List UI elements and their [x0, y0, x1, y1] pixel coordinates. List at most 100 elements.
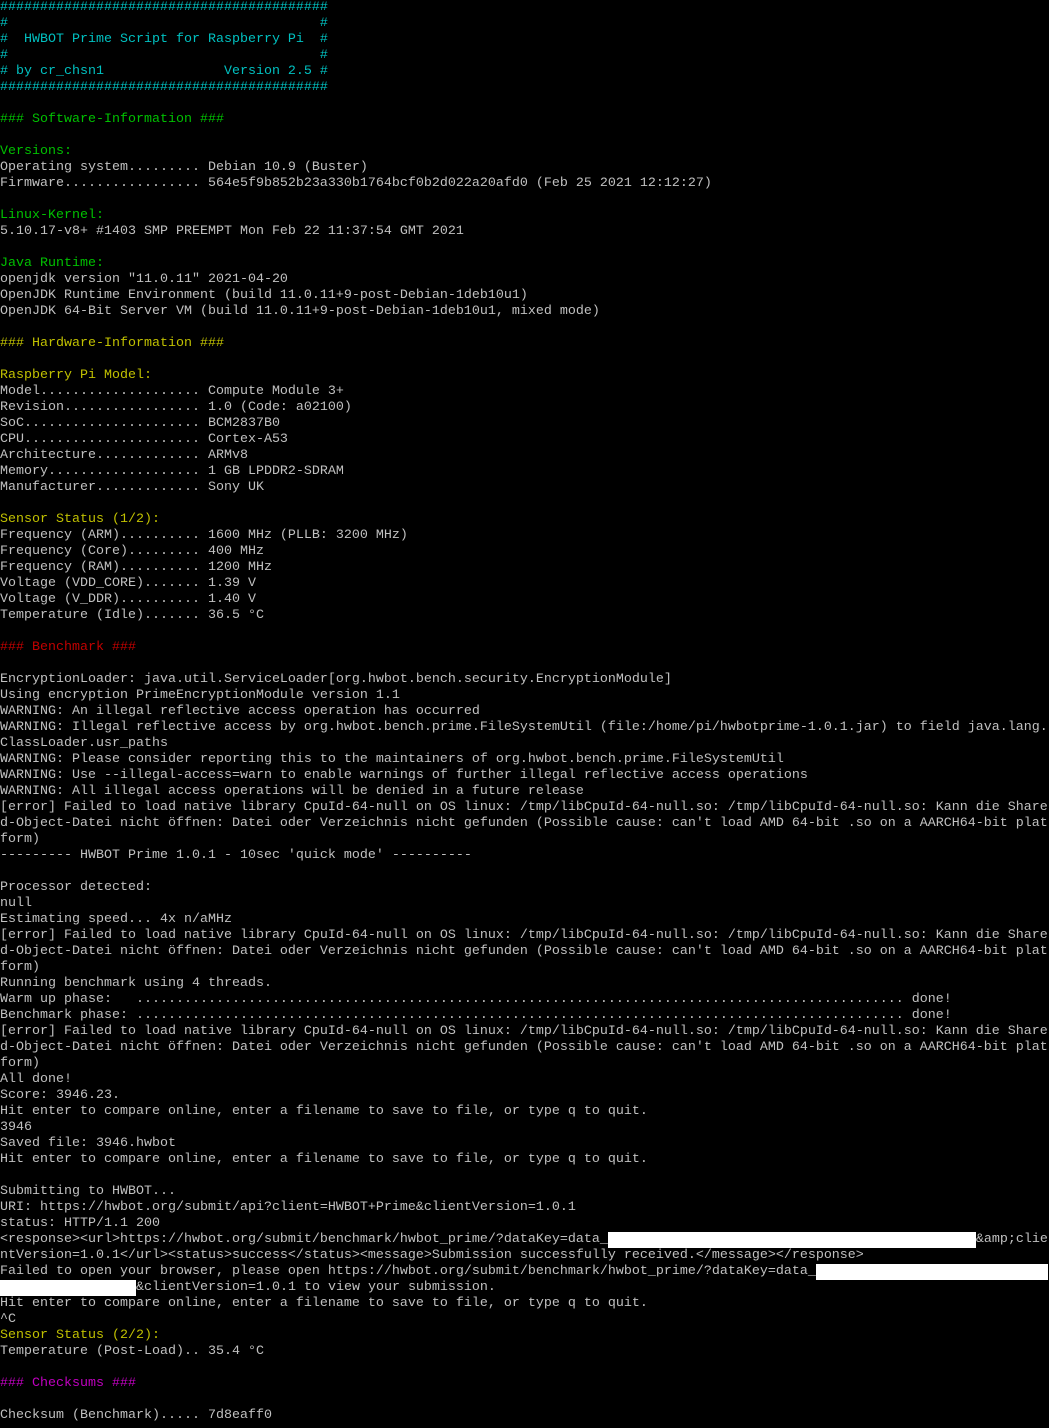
redacted-block	[815, 1264, 1048, 1280]
terminal-line: EncryptionLoader: java.util.ServiceLoade…	[0, 672, 1049, 688]
terminal-line: Running benchmark using 4 threads.	[0, 976, 1049, 992]
terminal-line-text: Using encryption PrimeEncryptionModule v…	[0, 688, 400, 703]
terminal-line: Benchmark phase: .......................…	[0, 1008, 1049, 1024]
terminal-line: # #	[0, 48, 1049, 64]
terminal-line: ### Benchmark ###	[0, 640, 1049, 656]
terminal-line-text: ### Software-Information ###	[0, 112, 224, 127]
terminal-line: 5.10.17-v8+ #1403 SMP PREEMPT Mon Feb 22…	[0, 224, 1049, 240]
terminal-line-text: [error] Failed to load native library Cp…	[0, 928, 1048, 943]
terminal-line-text: WARNING: Illegal reflective access by or…	[0, 720, 1048, 735]
terminal-line-text: [error] Failed to load native library Cp…	[0, 800, 1048, 815]
terminal-line-text: WARNING: Please consider reporting this …	[0, 752, 784, 767]
terminal-line: ### Software-Information ###	[0, 112, 1049, 128]
terminal-line-text: [error] Failed to load native library Cp…	[0, 1024, 1048, 1039]
terminal-line-text: Voltage (VDD_CORE)....... 1.39 V	[0, 576, 256, 591]
terminal-line-text: OpenJDK 64-Bit Server VM (build 11.0.11+…	[0, 304, 600, 319]
terminal-line-text: d-Object-Datei nicht öffnen: Datei oder …	[0, 816, 1048, 831]
terminal-line: Operating system......... Debian 10.9 (B…	[0, 160, 1049, 176]
terminal-line-text: ### Hardware-Information ###	[0, 336, 224, 351]
terminal-line-text: Checksum (Benchmark)..... 7d8eaff0	[0, 1408, 272, 1423]
terminal-line-text: ### Benchmark ###	[0, 640, 136, 655]
terminal-line: WARNING: Use --illegal-access=warn to en…	[0, 768, 1049, 784]
terminal-line: ### Checksums ###	[0, 1376, 1049, 1392]
terminal-line: CPU...................... Cortex-A53	[0, 432, 1049, 448]
terminal-line: ntVersion=1.0.1</url><status>success</st…	[0, 1248, 1049, 1264]
terminal-line-text: Memory................... 1 GB LPDDR2-SD…	[0, 464, 344, 479]
terminal-line-text: Operating system......... Debian 10.9 (B…	[0, 160, 368, 175]
terminal-line-text: d-Object-Datei nicht öffnen: Datei oder …	[0, 944, 1048, 959]
terminal-line: Frequency (Core)......... 400 MHz	[0, 544, 1049, 560]
terminal-line-text: # by cr_chsn1 Version 2.5 #	[0, 64, 328, 79]
terminal-line-text: Temperature (Idle)....... 36.5 °C	[0, 608, 264, 623]
terminal-line: Frequency (ARM).......... 1600 MHz (PLLB…	[0, 528, 1049, 544]
terminal-line-text: ########################################…	[0, 80, 328, 95]
terminal-line: Model.................... Compute Module…	[0, 384, 1049, 400]
terminal-line: SoC...................... BCM2837B0	[0, 416, 1049, 432]
terminal-line: d-Object-Datei nicht öffnen: Datei oder …	[0, 816, 1049, 832]
terminal-line: Versions:	[0, 144, 1049, 160]
terminal-line: Checksum (Benchmark)..... 7d8eaff0	[0, 1408, 1049, 1424]
terminal-line-text: Sensor Status (1/2):	[0, 512, 160, 527]
terminal-line: [error] Failed to load native library Cp…	[0, 1024, 1049, 1040]
terminal-line-text: URI: https://hwbot.org/submit/api?client…	[0, 1200, 576, 1215]
terminal-line-text: # HWBOT Prime Script for Raspberry Pi #	[0, 32, 328, 47]
terminal-line: ### Hardware-Information ###	[0, 336, 1049, 352]
terminal-line: WARNING: All illegal access operations w…	[0, 784, 1049, 800]
terminal-line: WARNING: Illegal reflective access by or…	[0, 720, 1049, 736]
terminal-line-text: ### Checksums ###	[0, 1376, 136, 1391]
terminal-line: Architecture............. ARMv8	[0, 448, 1049, 464]
terminal-line-text: Voltage (V_DDR).......... 1.40 V	[0, 592, 256, 607]
terminal-line: form)	[0, 832, 1049, 848]
terminal-line-text: WARNING: Use --illegal-access=warn to en…	[0, 768, 808, 783]
terminal-line: ClassLoader.usr_paths	[0, 736, 1049, 752]
terminal-line-text: Benchmark phase: .......................…	[0, 1008, 952, 1023]
terminal-line: openjdk version "11.0.11" 2021-04-20	[0, 272, 1049, 288]
terminal-line-text: 3946	[0, 1120, 32, 1135]
terminal-line: OpenJDK Runtime Environment (build 11.0.…	[0, 288, 1049, 304]
terminal-line-text: Hit enter to compare online, enter a fil…	[0, 1104, 648, 1119]
terminal-line-text: Sensor Status (2/2):	[0, 1328, 160, 1343]
terminal-line-text: Frequency (ARM).......... 1600 MHz (PLLB…	[0, 528, 408, 543]
terminal-line: Revision................. 1.0 (Code: a02…	[0, 400, 1049, 416]
terminal-line: Memory................... 1 GB LPDDR2-SD…	[0, 464, 1049, 480]
terminal-line: # by cr_chsn1 Version 2.5 #	[0, 64, 1049, 80]
terminal-line-text: EncryptionLoader: java.util.ServiceLoade…	[0, 672, 672, 687]
terminal-line: 3946	[0, 1120, 1049, 1136]
terminal-line: &clientVersion=1.0.1 to view your submis…	[0, 1280, 1049, 1296]
terminal-line-text: &amp;clie	[975, 1232, 1048, 1247]
terminal-line: Voltage (V_DDR).......... 1.40 V	[0, 592, 1049, 608]
terminal-line-text: SoC...................... BCM2837B0	[0, 416, 280, 431]
terminal-line: Manufacturer............. Sony UK	[0, 480, 1049, 496]
redacted-block	[0, 1280, 136, 1296]
terminal-line: Firmware................. 564e5f9b852b23…	[0, 176, 1049, 192]
terminal-line-text: openjdk version "11.0.11" 2021-04-20	[0, 272, 288, 287]
terminal-line: Processor detected:	[0, 880, 1049, 896]
terminal-line: OpenJDK 64-Bit Server VM (build 11.0.11+…	[0, 304, 1049, 320]
terminal-line: Temperature (Post-Load).. 35.4 °C	[0, 1344, 1049, 1360]
terminal-line-text: Manufacturer............. Sony UK	[0, 480, 264, 495]
terminal-line-text: ntVersion=1.0.1</url><status>success</st…	[0, 1248, 864, 1263]
terminal-line-text: form)	[0, 960, 40, 975]
terminal-line: # #	[0, 16, 1049, 32]
terminal-line-text: Raspberry Pi Model:	[0, 368, 152, 383]
terminal-line: d-Object-Datei nicht öffnen: Datei oder …	[0, 944, 1049, 960]
terminal-line-text: WARNING: All illegal access operations w…	[0, 784, 584, 799]
terminal-line-text: null	[0, 896, 32, 911]
terminal-line: [error] Failed to load native library Cp…	[0, 800, 1049, 816]
terminal-line: form)	[0, 1056, 1049, 1072]
terminal-line: form)	[0, 960, 1049, 976]
terminal-output[interactable]: ########################################…	[0, 0, 1049, 1428]
terminal-line: ########################################…	[0, 80, 1049, 96]
terminal-line: ^C	[0, 1312, 1049, 1328]
terminal-line-text: WARNING: An illegal reflective access op…	[0, 704, 480, 719]
terminal-line-text: status: HTTP/1.1 200	[0, 1216, 160, 1231]
terminal-line-text: Running benchmark using 4 threads.	[0, 976, 272, 991]
